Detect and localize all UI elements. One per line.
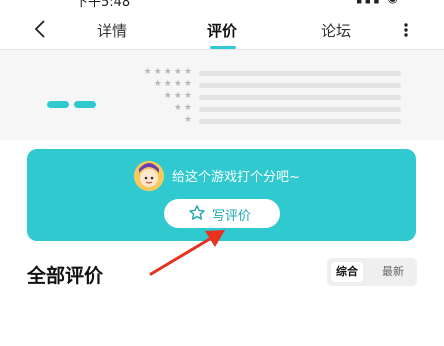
more-vertical-icon	[404, 23, 408, 37]
back-button[interactable]	[30, 18, 50, 40]
rating-row-bar	[199, 71, 401, 76]
star-outline-icon	[189, 205, 205, 220]
sort-latest[interactable]: 最新	[377, 262, 409, 282]
rating-row-bar	[199, 83, 401, 88]
rating-row-1: ★	[0, 115, 444, 127]
rating-row-bar	[199, 107, 401, 112]
rating-row-5: ★★★★★	[0, 67, 444, 79]
rating-row-stars: ★★★	[163, 91, 194, 101]
rating-row-stars: ★★★★	[153, 79, 194, 89]
tab-reviews[interactable]: 评价	[207, 20, 237, 41]
active-tab-indicator	[210, 46, 236, 49]
chevron-left-icon	[34, 20, 45, 38]
status-icons: ⚬ ▮▮▮ ◉	[338, 0, 400, 5]
top-navigation: 详情 评价 论坛	[0, 10, 444, 50]
sort-comprehensive[interactable]: 综合	[331, 262, 363, 282]
write-review-label: 写评价	[212, 209, 252, 224]
rating-row-stars: ★	[183, 115, 194, 125]
avatar-image	[134, 161, 164, 191]
tab-details[interactable]: 详情	[97, 20, 127, 41]
rating-row-stars: ★★	[173, 103, 194, 113]
tab-forum[interactable]: 论坛	[321, 20, 351, 41]
rating-row-2: ★★	[0, 103, 444, 115]
rate-game-card: 给这个游戏打个分吧~ 写评价	[27, 149, 416, 241]
rating-summary: ★★★★★ ★★★★ ★★★ ★★ ★	[0, 50, 444, 140]
status-bar: 下午5:48 ⚬ ▮▮▮ ◉	[0, 0, 444, 8]
all-reviews-heading: 全部评价	[27, 265, 104, 287]
rating-row-4: ★★★★	[0, 79, 444, 91]
rating-row-stars: ★★★★★	[143, 67, 194, 77]
rating-row-bar	[199, 119, 401, 124]
more-button[interactable]	[396, 19, 416, 41]
sort-toggle: 综合 最新	[327, 258, 417, 286]
write-review-button[interactable]: 写评价	[164, 199, 280, 228]
rate-prompt-text: 给这个游戏打个分吧~	[172, 170, 300, 185]
rating-row-bar	[199, 95, 401, 100]
avatar	[134, 161, 164, 191]
status-time: 下午5:48	[75, 0, 131, 8]
rating-row-3: ★★★	[0, 91, 444, 103]
